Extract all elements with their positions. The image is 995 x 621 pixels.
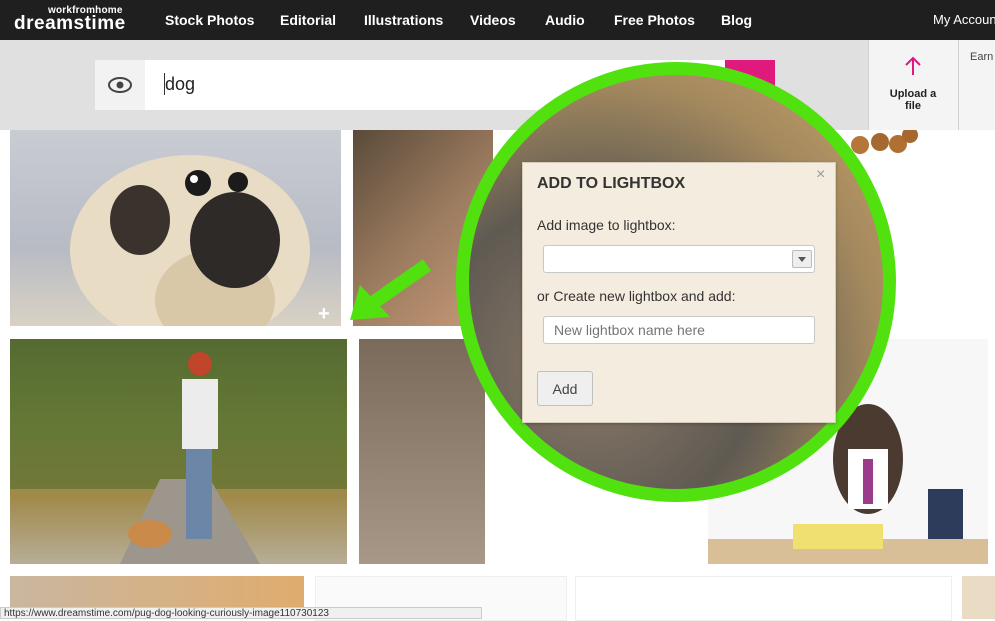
close-icon[interactable]: ×	[816, 166, 825, 184]
upload-arrow-icon	[905, 56, 921, 75]
woman-walking-dog-forest-photo[interactable]	[10, 339, 347, 564]
nav-stock-photos[interactable]: Stock Photos	[165, 12, 254, 28]
pug-photo[interactable]	[10, 130, 341, 326]
create-lightbox-label: or Create new lightbox and add:	[537, 288, 736, 304]
search-query: dog	[165, 74, 196, 94]
eye-icon	[108, 77, 132, 93]
text-cursor	[164, 73, 165, 95]
grid-photo-row3-4[interactable]	[962, 576, 995, 619]
my-account-link[interactable]: My Account	[933, 12, 995, 27]
green-pointer-arrow	[350, 259, 432, 320]
add-button[interactable]: Add	[537, 371, 593, 406]
nav-audio[interactable]: Audio	[545, 12, 585, 28]
upload-label: Upload a file	[889, 88, 937, 112]
new-lightbox-name-input[interactable]	[543, 316, 815, 344]
nav-editorial[interactable]: Editorial	[280, 12, 336, 28]
lightbox-select[interactable]	[543, 245, 815, 273]
add-to-lightbox-plus-icon[interactable]: +	[318, 303, 330, 326]
husky-dog-photo[interactable]	[359, 339, 485, 564]
earn-label: Earn	[970, 51, 994, 63]
visual-search-button[interactable]	[95, 60, 145, 110]
nav-illustrations[interactable]: Illustrations	[364, 12, 443, 28]
logo[interactable]: dreamstime	[14, 13, 126, 35]
dropdown-arrow-icon[interactable]	[792, 250, 812, 268]
grid-photo-row3-3[interactable]	[575, 576, 952, 621]
nav-videos[interactable]: Videos	[470, 12, 516, 28]
dialog-title: ADD TO LIGHTBOX	[537, 175, 686, 192]
upload-panel[interactable]	[868, 40, 959, 130]
status-bar-url: https://www.dreamstime.com/pug-dog-looki…	[0, 607, 482, 619]
add-to-lightbox-label: Add image to lightbox:	[537, 217, 676, 233]
nav-blog[interactable]: Blog	[721, 12, 752, 28]
nav-free-photos[interactable]: Free Photos	[614, 12, 695, 28]
